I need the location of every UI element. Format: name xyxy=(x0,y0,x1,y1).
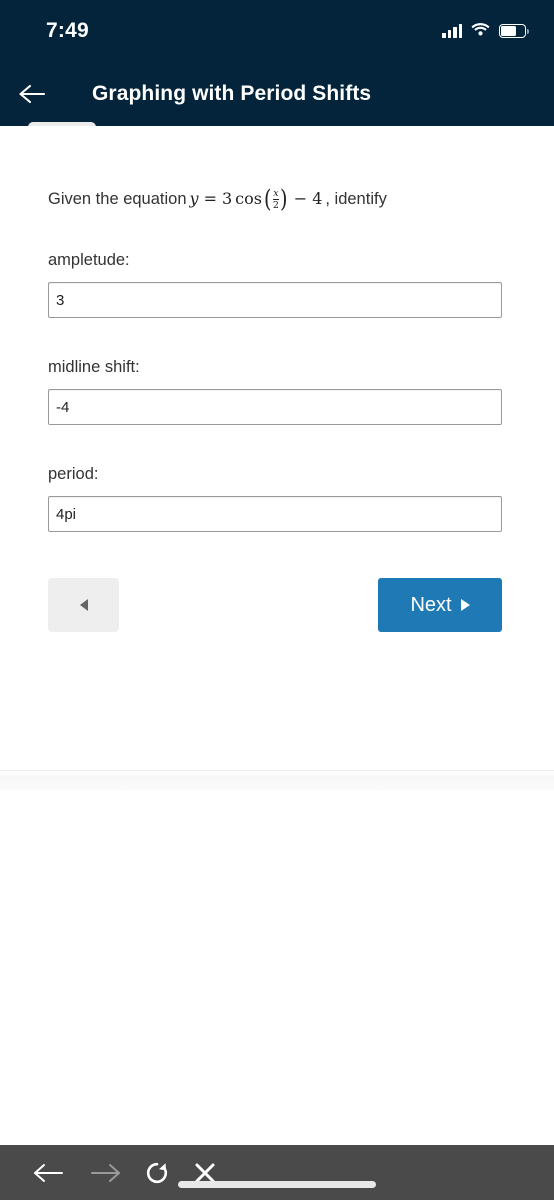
equation-open-paren: ( xyxy=(263,184,272,213)
navigation-buttons: Next xyxy=(48,578,502,633)
battery-icon xyxy=(499,24,529,38)
status-bar: 7:49 xyxy=(0,0,554,62)
amplitude-input[interactable] xyxy=(48,282,502,319)
wifi-icon xyxy=(471,22,490,41)
reload-icon[interactable] xyxy=(144,1160,170,1186)
arrow-right-icon[interactable] xyxy=(88,1160,122,1186)
signal-bars-icon xyxy=(442,24,462,38)
question-prompt: Given the equation y = 3 cos ( x 2 ) − 4… xyxy=(48,184,506,213)
equation-constant: 4 xyxy=(312,189,323,209)
equation-fraction: x 2 xyxy=(272,187,279,211)
prompt-lead-text: Given the equation xyxy=(48,190,187,208)
browser-navigation-bar xyxy=(0,1145,554,1200)
arrow-left-icon[interactable] xyxy=(32,1160,66,1186)
triangle-right-icon xyxy=(460,599,470,612)
triangle-left-icon xyxy=(79,599,88,612)
midline-shift-label: midline shift: xyxy=(48,358,140,377)
previous-button[interactable] xyxy=(48,578,119,633)
equation-expression: y = 3 cos ( x 2 ) − 4 xyxy=(189,184,323,213)
page-title: Graphing with Period Shifts xyxy=(92,82,372,105)
mobile-screen: 7:49 Graphing with Period Shifts Given t… xyxy=(0,0,554,1200)
equation-coefficient: 3 xyxy=(221,189,233,209)
prompt-trail-text: , identify xyxy=(325,190,387,208)
equation-minus: − xyxy=(293,189,308,209)
status-time: 7:49 xyxy=(46,19,89,42)
amplitude-label: ampletude: xyxy=(48,251,130,270)
page-divider xyxy=(0,770,554,790)
equation-equals: = xyxy=(203,189,217,209)
status-icons xyxy=(442,22,529,41)
app-header: Graphing with Period Shifts xyxy=(0,62,554,126)
equation-function: cos xyxy=(235,189,262,209)
back-arrow-icon[interactable] xyxy=(0,82,64,106)
next-button-label: Next xyxy=(410,593,452,616)
period-input[interactable] xyxy=(48,496,502,533)
fraction-numerator: x xyxy=(273,187,279,199)
equation-close-paren: ) xyxy=(280,184,288,213)
equation-lhs: y xyxy=(189,189,199,209)
page-lower-area xyxy=(0,790,554,1145)
fraction-denominator: 2 xyxy=(272,199,279,211)
midline-shift-input[interactable] xyxy=(48,389,502,426)
url-progress-bar[interactable] xyxy=(178,1181,376,1188)
next-button[interactable]: Next xyxy=(378,578,502,633)
period-label: period: xyxy=(48,465,99,484)
question-card: Given the equation y = 3 cos ( x 2 ) − 4… xyxy=(0,126,554,770)
